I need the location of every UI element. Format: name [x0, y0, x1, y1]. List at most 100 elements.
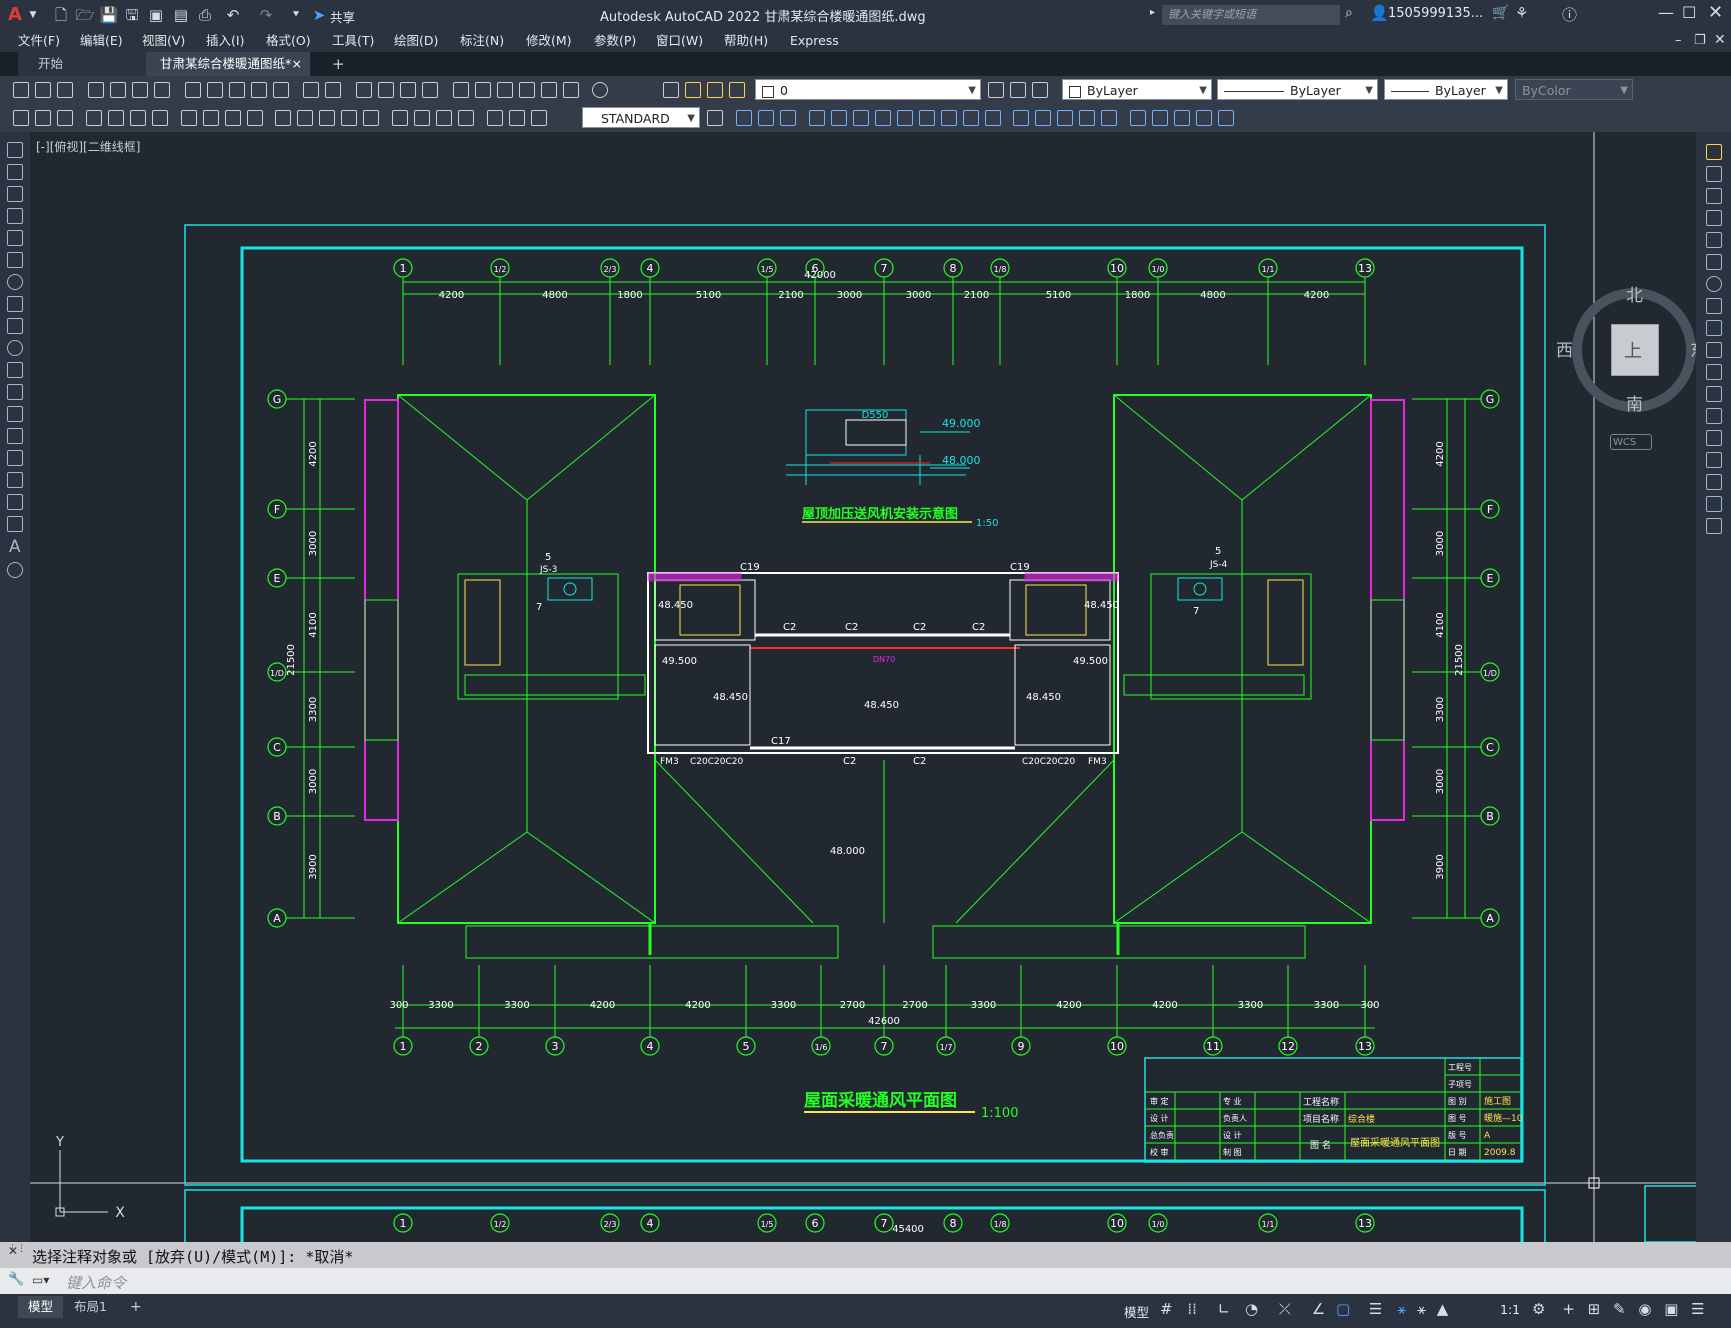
workspace-gear-icon[interactable]: ⚙: [1532, 1300, 1545, 1318]
web-mobile-icon[interactable]: ▣: [145, 5, 167, 25]
layer-match-icon[interactable]: [1032, 82, 1048, 98]
jogged-dim-icon[interactable]: [202, 110, 219, 126]
close-icon[interactable]: ✕: [1708, 2, 1723, 23]
baseline-dim-icon[interactable]: [297, 110, 314, 126]
model-space-toggle[interactable]: 模型: [1124, 1302, 1149, 1321]
wcs-menu[interactable]: WCS: [1610, 434, 1652, 450]
plot-icon[interactable]: ▤: [170, 5, 192, 25]
add-layout-button[interactable]: +: [120, 1296, 152, 1318]
recent-commands-icon[interactable]: ▭▾: [32, 1273, 49, 1287]
tab-layout1[interactable]: 布局1: [64, 1296, 117, 1318]
text-style-dropdown[interactable]: STANDARD ▼: [582, 107, 700, 128]
trim-icon[interactable]: [1706, 342, 1722, 358]
make-current-icon[interactable]: [988, 82, 1004, 98]
snap-icon[interactable]: ⁞⁞: [1187, 1300, 1197, 1318]
clean-screen-icon[interactable]: ▣: [1664, 1300, 1678, 1318]
update-fields-icon[interactable]: [13, 110, 29, 126]
viewcube[interactable]: 上 北 南 西 东 WCS: [1550, 282, 1696, 452]
linear-dim-icon[interactable]: [85, 110, 102, 126]
compass-south[interactable]: 南: [1626, 390, 1643, 415]
drawing-canvas[interactable]: [-][俯视][二维线框] 1 1/2 2/3 4 1/5 6 7 8 1/8 10 1/0 1/1 1…: [30, 132, 1696, 1242]
rotate-icon[interactable]: [1706, 276, 1722, 292]
center-mark-icon[interactable]: [414, 110, 431, 126]
menu-format[interactable]: 格式(O): [266, 30, 311, 52]
quick-dim-icon[interactable]: [275, 110, 292, 126]
menu-help[interactable]: 帮助(H): [724, 30, 768, 52]
tab-start[interactable]: 开始: [18, 52, 146, 76]
layer-thaw-icon[interactable]: [707, 82, 723, 98]
annotation-scale-icon[interactable]: ▲: [1437, 1300, 1449, 1318]
compass-north[interactable]: 北: [1626, 281, 1643, 306]
dim-text-edit-icon[interactable]: [509, 110, 526, 126]
point-icon[interactable]: [7, 428, 23, 444]
revision-cloud-icon[interactable]: [7, 296, 23, 312]
menu-view[interactable]: 视图(V): [142, 30, 185, 52]
customize-wrench-icon[interactable]: 🔧: [8, 1272, 24, 1287]
redo-icon[interactable]: ↷: [255, 5, 277, 25]
new-icon[interactable]: 🗋: [50, 5, 72, 25]
user-name[interactable]: 1505999135...: [1388, 6, 1483, 21]
layer-on-icon[interactable]: [685, 82, 701, 98]
scale-icon[interactable]: [1706, 298, 1722, 314]
explode-icon[interactable]: [1057, 110, 1074, 126]
doc-restore-icon[interactable]: ❐: [1694, 33, 1706, 48]
open-icon[interactable]: 🗁: [74, 5, 96, 25]
menu-edit[interactable]: 编辑(E): [80, 30, 123, 52]
gradient-icon[interactable]: [7, 472, 23, 488]
mtext-icon[interactable]: A: [9, 537, 21, 557]
explode-icon[interactable]: [1706, 518, 1722, 534]
doc-close-icon[interactable]: ✕: [1714, 32, 1726, 48]
menu-dimension[interactable]: 标注(N): [460, 30, 504, 52]
ortho-icon[interactable]: ∟: [1218, 1300, 1231, 1318]
region-icon[interactable]: [7, 494, 23, 510]
cut-icon[interactable]: [184, 82, 201, 98]
undo-icon[interactable]: [303, 82, 320, 98]
table-icon[interactable]: [7, 516, 23, 532]
menu-draw[interactable]: 绘图(D): [394, 30, 438, 52]
hatch-icon[interactable]: [7, 450, 23, 466]
search-input[interactable]: 键入关键字或短语: [1162, 5, 1340, 25]
undo-icon[interactable]: ↶: [222, 5, 244, 25]
object-snap-icon[interactable]: ▢: [1336, 1300, 1350, 1318]
qnew-icon[interactable]: [13, 82, 29, 98]
save-icon[interactable]: [57, 82, 73, 98]
rectangle-icon[interactable]: [7, 230, 23, 246]
add-tab-button[interactable]: +: [318, 52, 348, 76]
arc-icon[interactable]: [7, 252, 23, 268]
move-icon[interactable]: [1706, 254, 1722, 270]
offset-icon[interactable]: [779, 110, 796, 126]
copy-object-icon[interactable]: [735, 110, 752, 126]
layer-dropdown[interactable]: 0 ▼: [755, 79, 981, 100]
layer-properties-icon[interactable]: [663, 82, 679, 98]
share-label[interactable]: 共享: [330, 7, 355, 26]
auto-scale-icon[interactable]: ⚹: [1417, 1300, 1426, 1318]
linetype-dropdown[interactable]: ByLayer ▼: [1217, 79, 1378, 100]
make-block-icon[interactable]: [7, 406, 23, 422]
share-icon[interactable]: ➤: [308, 5, 330, 25]
dim-style-icon[interactable]: [707, 110, 723, 126]
blend-curves-icon[interactable]: [1706, 496, 1722, 512]
minimize-icon[interactable]: —: [1658, 3, 1674, 22]
viewcube-face-top[interactable]: 上: [1611, 324, 1659, 376]
menu-insert[interactable]: 插入(I): [206, 30, 244, 52]
group-select-icon[interactable]: [1196, 110, 1213, 126]
paste-icon[interactable]: [228, 82, 245, 98]
expand-search-icon[interactable]: ▸: [1150, 7, 1155, 18]
spline-icon[interactable]: [7, 318, 23, 334]
redraw-icon[interactable]: [1218, 110, 1235, 126]
menu-express[interactable]: Express: [790, 30, 839, 52]
ellipse-icon[interactable]: [7, 340, 23, 356]
isodraft-icon[interactable]: ⤫: [1279, 1300, 1291, 1318]
jogged-linear-icon[interactable]: [458, 110, 475, 126]
quick-properties-icon[interactable]: ✎: [1613, 1300, 1626, 1318]
polyline-icon[interactable]: [7, 186, 23, 202]
menu-window[interactable]: 窗口(W): [656, 30, 703, 52]
publish-icon[interactable]: [131, 82, 148, 98]
match-prop-icon[interactable]: [250, 82, 267, 98]
grid-icon[interactable]: #: [1160, 1300, 1173, 1318]
help-icon[interactable]: ⓘ: [1562, 4, 1577, 25]
trim-icon[interactable]: [918, 110, 935, 126]
compass-west[interactable]: 西: [1556, 336, 1573, 361]
lineweight-dropdown[interactable]: ByLayer ▼: [1384, 79, 1508, 100]
inspection-icon[interactable]: [436, 110, 453, 126]
